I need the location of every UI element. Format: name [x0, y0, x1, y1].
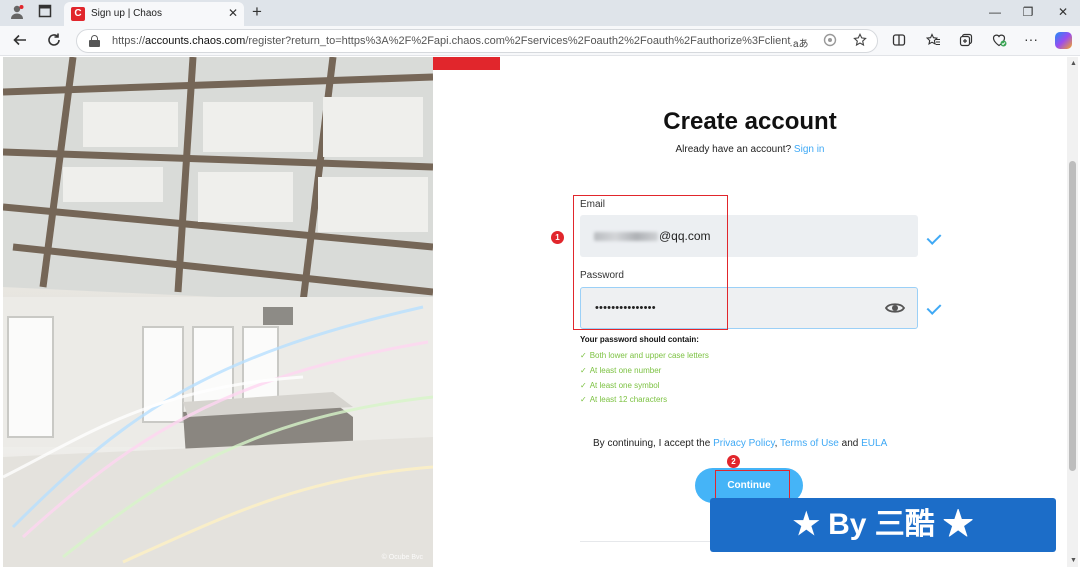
tab-bar: C Sign up | Chaos ✕ + — ❐ ✕: [0, 0, 1080, 26]
new-tab-button[interactable]: +: [252, 2, 262, 22]
password-requirements-title: Your password should contain:: [580, 335, 699, 344]
page-scrollbar[interactable]: ▲ ▼: [1067, 57, 1078, 567]
annotation-badge-1: 1: [551, 231, 564, 244]
terms-line: By continuing, I accept the Privacy Poli…: [593, 438, 888, 449]
page-title: Create account: [663, 108, 837, 135]
split-screen-icon[interactable]: [890, 33, 908, 50]
requirement-item: ✓ At least 12 characters: [580, 395, 668, 404]
favorites-icon[interactable]: [924, 33, 942, 50]
address-bar[interactable]: https://accounts.chaos.com/register?retu…: [76, 29, 878, 53]
hero-interior-image: © Ocube Bvc: [3, 57, 433, 567]
watermark-banner: ★ By 三酷 ★: [710, 498, 1056, 552]
maximize-button[interactable]: ❐: [1016, 5, 1040, 19]
lock-icon[interactable]: [89, 35, 100, 47]
close-window-button[interactable]: ✕: [1051, 5, 1075, 19]
sign-in-link[interactable]: Sign in: [794, 144, 825, 155]
annotation-badge-2: 2: [727, 455, 740, 468]
chaos-favicon-icon: C: [71, 7, 85, 21]
scroll-up-arrow-icon[interactable]: ▲: [1070, 60, 1077, 67]
tab-actions-icon[interactable]: [36, 4, 54, 22]
refresh-icon[interactable]: [45, 32, 63, 50]
scrollbar-thumb[interactable]: [1069, 161, 1076, 471]
terms-of-use-link[interactable]: Terms of Use: [780, 438, 839, 449]
address-url[interactable]: https://accounts.chaos.com/register?retu…: [112, 35, 792, 47]
more-icon[interactable]: ···: [1022, 31, 1040, 47]
minimize-button[interactable]: —: [983, 5, 1007, 19]
tab-sign-up[interactable]: C Sign up | Chaos ✕: [64, 2, 244, 26]
collections-icon[interactable]: [957, 33, 975, 50]
heart-icon[interactable]: [990, 33, 1008, 50]
have-account-line: Already have an account? Sign in: [675, 144, 825, 155]
tab-close-icon[interactable]: ✕: [228, 6, 238, 20]
requirement-item: ✓ At least one symbol: [580, 381, 660, 390]
tab-title: Sign up | Chaos: [91, 8, 162, 19]
eye-icon[interactable]: [884, 301, 906, 315]
scroll-down-arrow-icon[interactable]: ▼: [1070, 557, 1077, 564]
requirement-item: ✓ At least one number: [580, 366, 662, 375]
eula-link[interactable]: EULA: [861, 438, 887, 449]
requirement-item: ✓ Both lower and upper case letters: [580, 351, 709, 360]
annotation-box-1: [573, 195, 728, 330]
photo-credit: © Ocube Bvc: [381, 554, 423, 561]
profile-icon[interactable]: [8, 4, 26, 22]
browser-toolbar: https://accounts.chaos.com/register?retu…: [0, 26, 1080, 56]
password-valid-checkmark-icon: [926, 300, 942, 315]
email-valid-checkmark-icon: [926, 230, 942, 245]
back-arrow-icon[interactable]: [11, 32, 29, 50]
read-aloud-icon[interactable]: [823, 33, 837, 50]
brand-logo-bar: [433, 57, 500, 70]
annotation-box-2: [715, 470, 790, 500]
translate-icon[interactable]: aあ: [793, 35, 809, 50]
star-icon[interactable]: [853, 33, 867, 50]
privacy-policy-link[interactable]: Privacy Policy: [713, 438, 775, 449]
copilot-icon[interactable]: [1055, 32, 1072, 49]
signup-panel: Create account Already have an account? …: [433, 57, 1067, 567]
